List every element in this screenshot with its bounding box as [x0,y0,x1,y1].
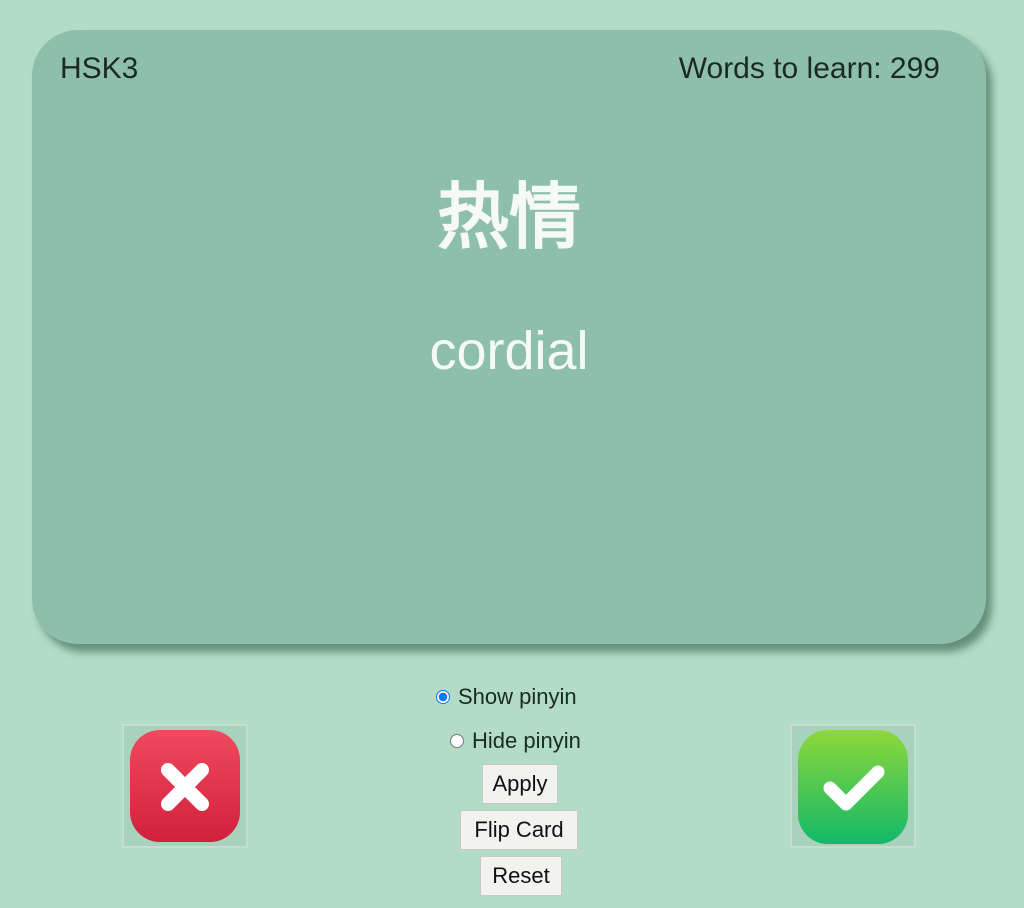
check-icon [798,730,908,844]
correct-answer-button[interactable] [790,724,916,848]
wrong-answer-button[interactable] [122,724,248,848]
reset-button[interactable]: Reset [480,856,562,896]
show-pinyin-radio[interactable] [436,690,450,704]
close-icon [130,730,240,842]
apply-button[interactable]: Apply [482,764,558,804]
show-pinyin-option[interactable]: Show pinyin [436,684,577,710]
hide-pinyin-option[interactable]: Hide pinyin [450,728,581,754]
hsk-level-label: HSK3 [60,52,139,85]
hide-pinyin-radio[interactable] [450,734,464,748]
chinese-word: 热情 [436,175,581,259]
flip-card-button[interactable]: Flip Card [460,810,578,850]
pinyin-controls: Show pinyin Hide pinyin Apply Flip Card … [420,680,620,902]
hide-pinyin-label: Hide pinyin [472,728,581,753]
show-pinyin-label: Show pinyin [458,684,577,709]
flashcard[interactable]: HSK3 Words to learn: 299 热情 cordial [32,30,986,644]
words-to-learn-counter: Words to learn: 299 [678,52,940,85]
english-meaning: cordial [429,321,589,381]
